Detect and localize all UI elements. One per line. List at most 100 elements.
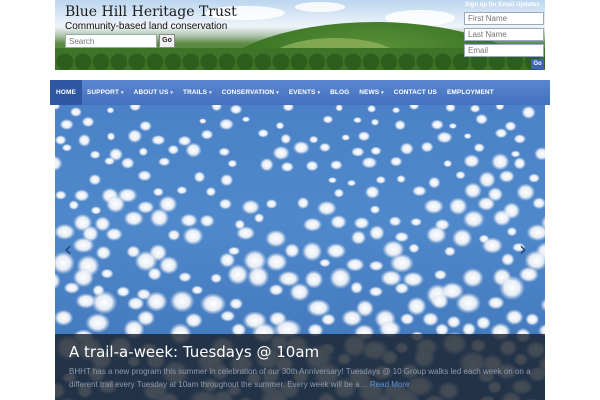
cloud-puff	[191, 285, 204, 295]
cloud-puff	[120, 157, 135, 169]
cloud-puff	[105, 194, 126, 214]
cloud-puff	[167, 229, 181, 241]
cloud-puff	[368, 260, 384, 272]
nav-item-about-us[interactable]: ABOUT US ▾	[129, 80, 178, 105]
cloud-puff	[391, 107, 401, 114]
cloud-puff	[430, 119, 444, 130]
email-field[interactable]	[464, 44, 544, 57]
cloud-puff	[494, 128, 508, 139]
cloud-puff	[229, 297, 244, 310]
cloud-puff	[516, 183, 536, 201]
first-name-field[interactable]	[464, 12, 544, 25]
slide-caption-title[interactable]: A trail-a-week: Tuesdays @ 10am	[69, 343, 319, 361]
cloud-puff	[499, 275, 525, 301]
cloud-puff	[227, 264, 249, 285]
nav-item-contact-us[interactable]: CONTACT US	[389, 80, 442, 105]
nav-item-blog[interactable]: BLOG	[325, 80, 354, 105]
nav-item-label: NEWS	[359, 89, 380, 96]
nav-item-label: CONSERVATION	[221, 89, 275, 96]
cloud-puff	[410, 217, 423, 227]
cloud-puff	[61, 143, 73, 152]
cloud-puff	[394, 282, 410, 295]
cloud-puff	[521, 105, 536, 120]
cloud-puff	[341, 134, 351, 141]
hero-slider: ‹ › A trail-a-week: Tuesdays @ 10am BHHT…	[55, 105, 545, 400]
cloud-puff	[477, 196, 496, 211]
chevron-down-icon: ▾	[276, 89, 279, 96]
cloud-puff	[176, 186, 188, 195]
cloud-puff	[55, 272, 61, 290]
cloud-puff	[100, 268, 114, 279]
cloud-puff	[103, 157, 116, 166]
cloud-puff	[218, 147, 231, 157]
cloud-puff	[129, 105, 142, 112]
cloud-puff	[272, 145, 290, 161]
cloud-puff	[210, 273, 223, 284]
nav-item-label: BLOG	[330, 89, 350, 96]
nav-item-employment[interactable]: EMPLOYMENT	[442, 80, 499, 105]
cloud-puff	[229, 105, 243, 115]
cloud-puff	[55, 105, 61, 110]
cloud-puff	[388, 216, 402, 227]
nav-item-trails[interactable]: TRAILS ▾	[178, 80, 217, 105]
cloud-puff	[346, 179, 357, 187]
cloud-puff	[69, 107, 82, 117]
cloud-puff	[492, 209, 512, 227]
site-title[interactable]: Blue Hill Heritage Trust	[65, 4, 237, 20]
cloud-puff	[127, 296, 145, 311]
cloud-puff	[329, 160, 343, 170]
cloud-puff	[325, 243, 347, 259]
cloud-puff	[247, 265, 270, 288]
nav-item-support[interactable]: SUPPORT ▾	[82, 80, 129, 105]
cloud-puff	[353, 116, 362, 124]
read-more-link[interactable]: Read More	[370, 380, 410, 389]
search-input[interactable]	[65, 34, 157, 48]
slider-prev-arrow-icon[interactable]: ‹	[64, 239, 72, 259]
cloud-puff	[280, 161, 294, 173]
cloud-puff	[490, 153, 510, 171]
cloud-puff	[369, 205, 381, 214]
cloud-puff	[55, 190, 67, 200]
cloud-puff	[368, 225, 385, 241]
cloud-puff	[540, 298, 545, 312]
cloud-puff	[408, 243, 420, 254]
cloud-puff	[253, 213, 265, 223]
cloud-puff	[330, 214, 347, 230]
cloud-puff	[151, 134, 166, 146]
cloud-puff	[513, 134, 527, 144]
cloud-puff	[364, 185, 380, 199]
cloud-puff	[90, 206, 102, 215]
cloud-puff	[361, 156, 378, 169]
cloud-puff	[451, 228, 473, 248]
cloud-puff	[292, 140, 310, 155]
slider-next-arrow-icon[interactable]: ›	[519, 239, 527, 259]
chevron-down-icon: ▾	[317, 89, 321, 96]
cloud-puff	[500, 252, 515, 267]
cloud-puff	[265, 229, 287, 248]
cloud-puff	[182, 226, 204, 246]
nav-item-events[interactable]: EVENTS ▾	[284, 80, 325, 105]
cloud-puff	[329, 267, 352, 290]
cloud-puff	[106, 132, 116, 141]
nav-item-news[interactable]: NEWS ▾	[354, 80, 389, 105]
cloud-puff	[73, 189, 90, 202]
cloud-puff	[446, 315, 462, 329]
cloud-puff	[193, 171, 206, 183]
cloud-puff	[463, 133, 472, 140]
cloud-puff	[504, 121, 517, 132]
cloud-puff	[370, 118, 380, 126]
cloud-puff	[327, 177, 337, 184]
signup-go-button[interactable]: Go	[531, 59, 544, 69]
cloud-puff	[55, 135, 67, 146]
cloud-puff	[198, 118, 207, 124]
cloud-puff	[444, 246, 456, 257]
cloud-puff	[199, 293, 227, 315]
cloud-puff	[218, 118, 234, 131]
cloud-puff	[227, 159, 238, 168]
search-go-button[interactable]: Go	[159, 34, 175, 48]
cloud-puff	[506, 226, 518, 237]
cloud-puff	[89, 150, 101, 160]
last-name-field[interactable]	[464, 28, 544, 41]
nav-item-home[interactable]: HOME	[50, 80, 82, 105]
nav-item-conservation[interactable]: CONSERVATION ▾	[217, 80, 284, 105]
